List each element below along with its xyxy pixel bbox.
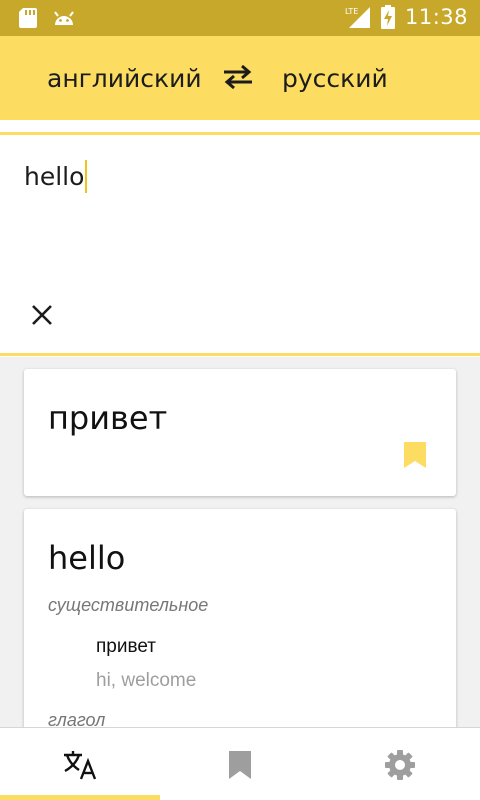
- text-caret: [85, 160, 88, 193]
- language-toolbar: английский русский: [0, 36, 480, 120]
- lte-label: LTE: [345, 7, 358, 16]
- dictionary-word: hello: [48, 539, 126, 577]
- active-tab-indicator: [0, 795, 160, 800]
- status-left-icons: [18, 7, 76, 29]
- source-language-button[interactable]: английский: [47, 64, 202, 93]
- swap-languages-icon[interactable]: [222, 64, 254, 90]
- dictionary-card: hello существительное привет hi, welcome…: [24, 509, 456, 727]
- source-text-input[interactable]: hello: [24, 160, 88, 193]
- results-panel[interactable]: привет hello существительное привет hi, …: [0, 357, 480, 727]
- nav-translate-tab[interactable]: [0, 728, 160, 800]
- input-area: hello: [0, 120, 480, 357]
- part-of-speech: существительное: [48, 595, 209, 615]
- bookmark-icon[interactable]: [404, 442, 426, 468]
- clear-input-icon[interactable]: [30, 303, 54, 327]
- status-bar: LTE 11:38: [0, 0, 480, 36]
- dictionary-synonyms: hi, welcome: [96, 670, 197, 691]
- target-language-button[interactable]: русский: [282, 64, 388, 93]
- translation-text: привет: [48, 399, 168, 437]
- input-bottom-divider: [0, 353, 480, 356]
- translate-icon: [64, 750, 97, 779]
- input-top-divider: [0, 132, 480, 135]
- battery-charging-icon: [380, 5, 395, 29]
- translation-card: привет: [24, 369, 456, 496]
- nav-bookmarks-tab[interactable]: [160, 728, 320, 800]
- part-of-speech: глагол: [48, 710, 106, 727]
- lte-signal-icon: LTE: [345, 7, 370, 28]
- source-text-value: hello: [24, 162, 85, 191]
- sd-card-icon: [19, 8, 37, 28]
- gear-icon: [385, 749, 415, 780]
- bottom-navigation: [0, 727, 480, 800]
- nav-settings-tab[interactable]: [320, 728, 480, 800]
- status-right-icons: LTE 11:38: [345, 5, 468, 29]
- android-icon: [54, 11, 74, 25]
- bookmark-icon: [229, 750, 251, 779]
- status-time: 11:38: [404, 5, 468, 29]
- dictionary-translation: привет: [96, 636, 156, 657]
